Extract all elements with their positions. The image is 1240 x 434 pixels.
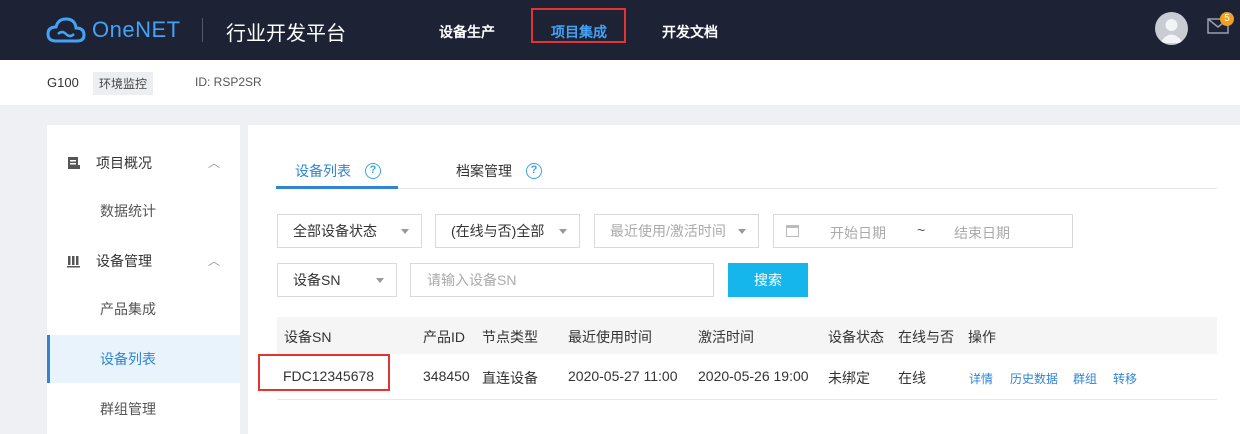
help-icon[interactable]: ?	[526, 163, 542, 179]
table-header: 设备SN 产品ID 节点类型 最近使用时间 激活时间 设备状态 在线与否 操作	[277, 317, 1217, 354]
caret-down-icon	[738, 229, 746, 234]
time-type-select[interactable]: 最近使用/激活时间	[594, 214, 759, 248]
nav-highlight-annotation	[531, 8, 626, 43]
device-management-icon	[67, 256, 80, 268]
column-header-product-id: 产品ID	[423, 329, 465, 345]
column-header-node-type: 节点类型	[482, 329, 538, 345]
caret-down-icon	[401, 229, 409, 234]
search-field-select[interactable]: 设备SN	[277, 263, 397, 297]
sidebar-group-label: 项目概况	[96, 155, 152, 171]
transfer-link[interactable]: 转移	[1113, 370, 1137, 387]
sidebar-item-data-stats[interactable]: 数据统计	[47, 187, 240, 235]
active-tab-indicator	[276, 186, 398, 189]
sidebar-group-device-management[interactable]: 设备管理 ︿	[47, 237, 240, 285]
sidebar-item-device-list[interactable]: 设备列表	[47, 335, 240, 383]
date-separator: ~	[917, 222, 926, 238]
tab-label: 设备列表	[295, 163, 351, 179]
select-placeholder: 最近使用/激活时间	[610, 223, 726, 239]
sidebar-item-product-integration[interactable]: 产品集成	[47, 285, 240, 333]
select-value: 设备SN	[293, 272, 341, 288]
brand-name: OneNET	[92, 17, 181, 42]
tabs-divider	[276, 188, 1217, 189]
sidebar: 项目概况 ︿ 数据统计 设备管理 ︿ 产品集成 设备列表 群组管理	[47, 125, 240, 434]
overview-icon	[68, 157, 80, 169]
user-avatar[interactable]	[1155, 12, 1188, 45]
product-tag: 环境监控	[93, 72, 154, 95]
help-icon[interactable]: ?	[365, 163, 381, 179]
chevron-up-icon: ︿	[207, 254, 220, 268]
group-link[interactable]: 群组	[1073, 370, 1097, 387]
cell-node-type: 直连设备	[482, 370, 538, 386]
column-header-online: 在线与否	[898, 329, 954, 345]
calendar-icon	[786, 225, 799, 237]
divider	[202, 18, 203, 42]
mail-count-badge: 5	[1220, 12, 1234, 26]
cell-status: 未绑定	[828, 370, 870, 386]
product-subheader: G100 环境监控 ID: RSP2SR	[0, 60, 1240, 105]
main-panel: 设备列表 ? 档案管理 ? 全部设备状态 (在线与否)全部 最近使用/激活时间 …	[248, 125, 1240, 434]
column-header-last-used: 最近使用时间	[568, 329, 652, 345]
product-id: ID: RSP2SR	[195, 75, 262, 89]
cell-online: 在线	[898, 370, 926, 386]
nav-dev-docs[interactable]: 开发文档	[662, 22, 718, 42]
sidebar-group-project-overview[interactable]: 项目概况 ︿	[47, 139, 240, 187]
device-status-select[interactable]: 全部设备状态	[277, 214, 422, 248]
sidebar-group-label: 设备管理	[96, 253, 152, 269]
cell-last-used: 2020-05-27 11:00	[568, 368, 678, 384]
column-header-status: 设备状态	[828, 329, 884, 345]
start-date-field[interactable]: 开始日期	[830, 223, 886, 243]
tab-label: 档案管理	[456, 163, 512, 179]
select-value: (在线与否)全部	[451, 223, 545, 239]
caret-down-icon	[376, 278, 384, 283]
cell-activated: 2020-05-26 19:00	[698, 368, 809, 384]
select-value: 全部设备状态	[293, 223, 377, 239]
nav-device-production[interactable]: 设备生产	[439, 22, 495, 42]
end-date-field[interactable]: 结束日期	[954, 223, 1010, 243]
top-navbar: OneNET 行业开发平台 设备生产 项目集成 开发文档 5	[0, 0, 1240, 60]
cloud-logo-icon	[46, 17, 86, 43]
caret-down-icon	[559, 229, 567, 234]
column-header-sn: 设备SN	[284, 329, 332, 345]
history-data-link[interactable]: 历史数据	[1010, 370, 1058, 387]
tab-archive-management[interactable]: 档案管理 ?	[456, 161, 542, 181]
column-header-actions: 操作	[968, 329, 996, 345]
date-range-picker[interactable]: 开始日期 ~ 结束日期	[773, 214, 1073, 248]
sidebar-item-group-management[interactable]: 群组管理	[47, 385, 240, 433]
online-status-select[interactable]: (在线与否)全部	[435, 214, 580, 248]
device-sn-search-input[interactable]: 请输入设备SN	[410, 263, 714, 297]
cell-product-id: 348450	[423, 368, 470, 384]
chevron-up-icon: ︿	[207, 156, 220, 170]
column-header-activated: 激活时间	[698, 329, 754, 345]
tab-device-list[interactable]: 设备列表 ?	[295, 161, 381, 181]
onenet-logo[interactable]: OneNET	[46, 14, 181, 46]
product-name: G100	[47, 75, 79, 90]
sn-highlight-annotation	[258, 354, 390, 391]
avatar-icon	[1160, 19, 1183, 43]
table-row: FDC12345678 348450 直连设备 2020-05-27 11:00…	[277, 354, 1217, 400]
details-link[interactable]: 详情	[969, 370, 993, 387]
search-button[interactable]: 搜索	[728, 263, 808, 297]
platform-title: 行业开发平台	[226, 23, 346, 45]
